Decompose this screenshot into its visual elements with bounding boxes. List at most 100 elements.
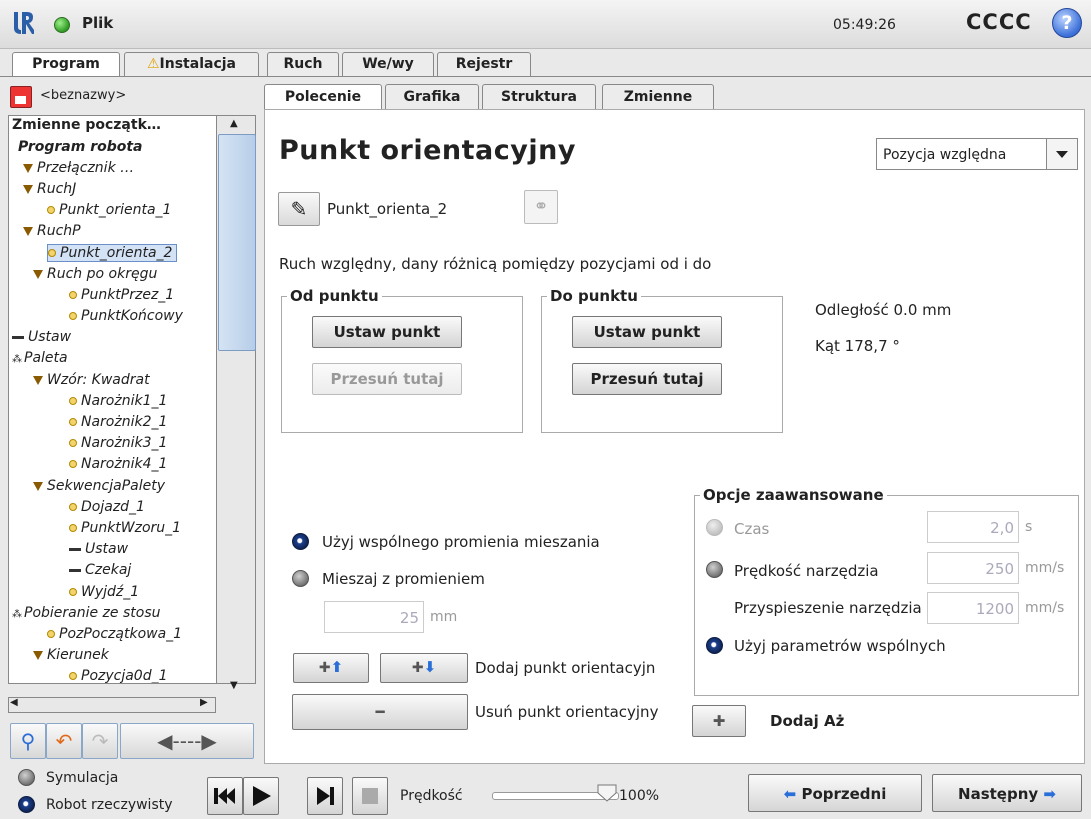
program-tree[interactable]: Zmienne początk… Program robota Przełącz…: [8, 115, 217, 684]
previous-button[interactable]: ⬅ Poprzedni: [748, 774, 922, 812]
minus-icon: ━: [375, 703, 385, 721]
tree-item[interactable]: RuchP: [23, 223, 81, 239]
position-type-select[interactable]: Pozycja względna: [876, 138, 1078, 170]
remove-waypoint-button[interactable]: ━: [292, 694, 468, 730]
tree-item[interactable]: Czekaj: [69, 562, 131, 578]
to-set-point-button[interactable]: Ustaw punkt: [572, 316, 722, 348]
tree-item[interactable]: ⁂ Paleta: [12, 350, 68, 366]
from-set-point-button[interactable]: Ustaw punkt: [312, 316, 462, 348]
tree-item[interactable]: Dojazd_1: [69, 499, 145, 515]
tree-item[interactable]: Program robota: [18, 139, 143, 155]
tab-log[interactable]: Rejestr: [437, 52, 531, 76]
tool-speed-input[interactable]: 250: [927, 552, 1019, 584]
tree-item[interactable]: Pozycja0d_1: [69, 668, 168, 683]
pencil-icon[interactable]: ✎: [278, 192, 320, 226]
tree-item[interactable]: PozPoczątkowa_1: [47, 626, 182, 642]
tab-io[interactable]: We/wy: [342, 52, 434, 76]
skip-to-start-button[interactable]: [207, 777, 243, 815]
tree-label: Wyjdź_1: [81, 584, 140, 600]
link-icon[interactable]: ⚭: [524, 190, 558, 224]
tree-item[interactable]: Narożnik4_1: [69, 456, 167, 472]
blend-radius-radio[interactable]: [292, 570, 309, 587]
chevron-down-icon: [1046, 139, 1077, 169]
tree-item[interactable]: SekwencjaPalety: [33, 478, 165, 494]
real-robot-radio[interactable]: [18, 796, 35, 813]
tree-item[interactable]: Wzór: Kwadrat: [33, 372, 150, 388]
tree-item[interactable]: Ustaw: [12, 329, 71, 345]
waypoint-name: Punkt_orienta_2: [327, 200, 448, 218]
from-move-here-button[interactable]: Przesuń tutaj: [312, 363, 462, 395]
clock: 05:49:26: [833, 17, 896, 33]
play-button[interactable]: [243, 777, 279, 815]
tree-item[interactable]: ⁂ Pobieranie ze stosu: [12, 605, 161, 621]
tree-item[interactable]: Wyjdź_1: [69, 584, 139, 600]
search-icon[interactable]: ⚲: [10, 723, 46, 759]
tab-move[interactable]: Ruch: [267, 52, 339, 76]
tree-item[interactable]: RuchJ: [23, 181, 76, 197]
help-icon[interactable]: ?: [1052, 8, 1082, 38]
tree-item[interactable]: PunktWzoru_1: [69, 520, 181, 536]
next-button[interactable]: Następny ➡: [932, 774, 1082, 812]
tree-item-selected[interactable]: Punkt_orienta_2: [47, 244, 178, 262]
play-icon: [253, 786, 271, 806]
tool-speed-radio[interactable]: [706, 561, 723, 578]
add-until-button[interactable]: ✚: [692, 705, 746, 737]
tree-item[interactable]: Punkt_orienta_1: [47, 202, 171, 218]
undo-icon[interactable]: ↶: [46, 723, 82, 759]
time-input[interactable]: 2,0: [927, 511, 1019, 543]
waypoint-icon: [48, 249, 56, 257]
add-until-label: Dodaj Aż: [770, 712, 845, 730]
tree-item[interactable]: Narożnik2_1: [69, 414, 167, 430]
save-icon[interactable]: [10, 86, 32, 108]
redo-icon[interactable]: ↷: [82, 723, 118, 759]
tree-item[interactable]: PunktKońcowy: [69, 308, 183, 324]
tree-item[interactable]: Ruch po okręgu: [33, 266, 157, 282]
next-label: Następny: [958, 785, 1039, 803]
tool-accel-input[interactable]: 1200: [927, 592, 1019, 624]
tree-item[interactable]: Ustaw: [69, 541, 128, 557]
shared-params-label: Użyj parametrów wspólnych: [734, 637, 946, 655]
to-move-here-button[interactable]: Przesuń tutaj: [572, 363, 722, 395]
shared-params-radio[interactable]: [706, 637, 723, 654]
blend-radius-input[interactable]: 25: [324, 601, 424, 633]
waypoint-icon: [47, 630, 55, 638]
arrow-down-icon: ⬇: [423, 658, 437, 676]
tab-program[interactable]: Program: [12, 52, 120, 77]
tree-label: Dojazd_1: [81, 499, 145, 515]
step-button[interactable]: [307, 777, 343, 815]
tree-item[interactable]: Kierunek: [33, 647, 109, 663]
waypoint-icon: [69, 503, 77, 511]
tree-item[interactable]: Przełącznik …: [23, 160, 134, 176]
tree-horizontal-scrollbar[interactable]: [8, 697, 216, 713]
shared-blend-radio[interactable]: [292, 533, 309, 550]
add-waypoint-before-button[interactable]: ✚⬆: [293, 653, 369, 683]
scroll-right-icon[interactable]: ▶: [200, 697, 208, 708]
tab-structure[interactable]: Struktura: [482, 84, 596, 109]
tab-installation[interactable]: ⚠Instalacja: [124, 52, 259, 76]
tree-item[interactable]: PunktPrzez_1: [69, 287, 174, 303]
speed-slider-thumb[interactable]: [597, 784, 617, 802]
file-menu[interactable]: Plik: [82, 14, 113, 32]
tool-accel-label: Przyspieszenie narzędzia: [734, 599, 922, 617]
time-radio[interactable]: [706, 519, 723, 536]
tree-scroll-thumb[interactable]: [218, 134, 256, 351]
scroll-up-icon[interactable]: ▲: [230, 118, 238, 129]
tab-graphics[interactable]: Grafika: [385, 84, 479, 109]
move-node-arrows-icon[interactable]: ◀‑‑‑‑▶: [120, 723, 254, 759]
scroll-down-icon[interactable]: ▼: [230, 680, 238, 691]
tree-item[interactable]: Zmienne początk…: [12, 117, 161, 133]
tree-item[interactable]: Narożnik1_1: [69, 393, 167, 409]
stop-button[interactable]: [352, 777, 388, 815]
tab-label: Grafika: [403, 89, 461, 105]
simulation-radio[interactable]: [18, 769, 35, 786]
arrow-right-icon: ➡: [1043, 785, 1056, 803]
scroll-left-icon[interactable]: ◀: [10, 697, 18, 708]
tab-command[interactable]: Polecenie: [264, 84, 382, 109]
tree-item[interactable]: Narożnik3_1: [69, 435, 167, 451]
stack-icon: ⁂: [12, 609, 22, 620]
waypoint-icon: [47, 206, 55, 214]
plus-icon: ✚: [411, 660, 424, 676]
tab-variables[interactable]: Zmienne: [602, 84, 714, 109]
add-waypoint-after-button[interactable]: ✚⬇: [380, 653, 468, 683]
waypoint-icon: [69, 291, 77, 299]
